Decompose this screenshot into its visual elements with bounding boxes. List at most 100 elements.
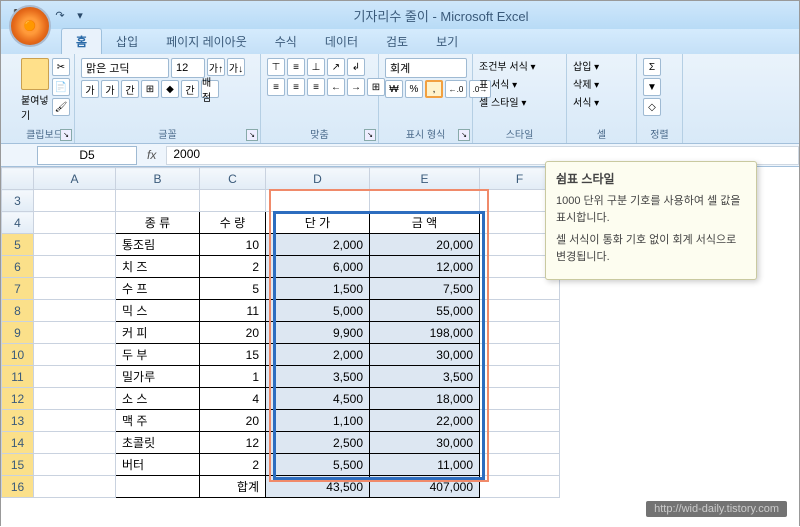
cell[interactable]	[116, 476, 200, 498]
cell[interactable]: 7,500	[370, 278, 480, 300]
align-right-icon[interactable]: ≡	[307, 78, 325, 96]
cell[interactable]: 믹 스	[116, 300, 200, 322]
cell[interactable]: 198,000	[370, 322, 480, 344]
row-header[interactable]: 4	[2, 212, 34, 234]
paste-icon[interactable]	[21, 58, 49, 90]
row-header[interactable]: 13	[2, 410, 34, 432]
column-header[interactable]	[2, 168, 34, 190]
cell[interactable]: 18,000	[370, 388, 480, 410]
name-box[interactable]: D5	[37, 146, 137, 165]
office-button[interactable]: 🟠	[9, 5, 51, 47]
indent-right-icon[interactable]: →	[347, 78, 365, 96]
shrink-font-icon[interactable]: 가↓	[227, 58, 245, 76]
comma-style-button[interactable]: ,	[425, 80, 443, 98]
row-header[interactable]: 7	[2, 278, 34, 300]
row-header[interactable]: 10	[2, 344, 34, 366]
cell[interactable]: 2	[200, 256, 266, 278]
cell[interactable]: 20	[200, 322, 266, 344]
table-header-cell[interactable]: 금 액	[370, 212, 480, 234]
cut-icon[interactable]: ✂	[52, 58, 70, 76]
cell[interactable]: 3,500	[370, 366, 480, 388]
insert-cells-button[interactable]: 삽입 ▾	[573, 58, 599, 73]
cell[interactable]: 43,500	[266, 476, 370, 498]
cell[interactable]: 2	[200, 454, 266, 476]
cell-styles-button[interactable]: 셀 스타일 ▾	[479, 94, 526, 109]
cell[interactable]: 11	[200, 300, 266, 322]
cell[interactable]: 55,000	[370, 300, 480, 322]
delete-cells-button[interactable]: 삭제 ▾	[573, 76, 599, 91]
align-top-icon[interactable]: ⊤	[267, 58, 285, 76]
tab-layout[interactable]: 페이지 레이아웃	[152, 29, 261, 54]
align-left-icon[interactable]: ≡	[267, 78, 285, 96]
cell[interactable]: 11,000	[370, 454, 480, 476]
font-color-button[interactable]: 간	[181, 80, 199, 98]
qa-more-icon[interactable]: ▾	[71, 6, 89, 24]
row-header[interactable]: 3	[2, 190, 34, 212]
table-header-cell[interactable]: 단 가	[266, 212, 370, 234]
cell[interactable]: 9,900	[266, 322, 370, 344]
copy-icon[interactable]: 📄	[52, 78, 70, 96]
fx-icon[interactable]: fx	[137, 148, 166, 162]
currency-icon[interactable]: ₩	[385, 80, 403, 98]
increase-decimal-icon[interactable]: ←.0	[445, 80, 467, 98]
cell[interactable]: 1,500	[266, 278, 370, 300]
cell[interactable]: 밀가루	[116, 366, 200, 388]
font-size-select[interactable]: 12	[171, 58, 205, 78]
cell[interactable]: 합계	[200, 476, 266, 498]
column-header[interactable]: B	[116, 168, 200, 190]
row-header[interactable]: 6	[2, 256, 34, 278]
row-header[interactable]: 14	[2, 432, 34, 454]
tab-review[interactable]: 검토	[372, 29, 422, 54]
row-header[interactable]: 9	[2, 322, 34, 344]
ruby-button[interactable]: 배점	[201, 80, 219, 98]
table-format-button[interactable]: 표 서식 ▾	[479, 76, 517, 91]
row-header[interactable]: 12	[2, 388, 34, 410]
row-header[interactable]: 15	[2, 454, 34, 476]
table-header-cell[interactable]: 종 류	[116, 212, 200, 234]
cell[interactable]: 2,000	[266, 234, 370, 256]
wrap-text-icon[interactable]: ↲	[347, 58, 365, 76]
cell[interactable]: 12	[200, 432, 266, 454]
percent-icon[interactable]: %	[405, 80, 423, 98]
align-bottom-icon[interactable]: ⊥	[307, 58, 325, 76]
cell[interactable]: 2,500	[266, 432, 370, 454]
tab-home[interactable]: 홈	[61, 28, 102, 54]
cell[interactable]: 4,500	[266, 388, 370, 410]
underline-button[interactable]: 간	[121, 80, 139, 98]
column-header[interactable]: E	[370, 168, 480, 190]
format-painter-icon[interactable]: 🖌	[52, 98, 70, 116]
conditional-format-button[interactable]: 조건부 서식 ▾	[479, 58, 536, 73]
row-header[interactable]: 16	[2, 476, 34, 498]
cell[interactable]: 3,500	[266, 366, 370, 388]
format-cells-button[interactable]: 서식 ▾	[573, 94, 599, 109]
italic-button[interactable]: 가	[101, 80, 119, 98]
cell[interactable]: 초콜릿	[116, 432, 200, 454]
cell[interactable]: 5,500	[266, 454, 370, 476]
cell[interactable]: 치 즈	[116, 256, 200, 278]
cell[interactable]: 15	[200, 344, 266, 366]
cell[interactable]: 5	[200, 278, 266, 300]
cell[interactable]: 12,000	[370, 256, 480, 278]
cell[interactable]: 407,000	[370, 476, 480, 498]
row-header[interactable]: 11	[2, 366, 34, 388]
cell[interactable]: 4	[200, 388, 266, 410]
align-center-icon[interactable]: ≡	[287, 78, 305, 96]
cell[interactable]: 30,000	[370, 432, 480, 454]
cell[interactable]: 1	[200, 366, 266, 388]
cell[interactable]: 30,000	[370, 344, 480, 366]
column-header[interactable]: A	[34, 168, 116, 190]
fill-color-button[interactable]: ◆	[161, 80, 179, 98]
cell[interactable]: 통조림	[116, 234, 200, 256]
row-header[interactable]: 5	[2, 234, 34, 256]
font-name-select[interactable]: 맑은 고딕	[81, 58, 169, 78]
cell[interactable]: 두 부	[116, 344, 200, 366]
bold-button[interactable]: 가	[81, 80, 99, 98]
dialog-launcher-icon[interactable]: ↘	[60, 129, 72, 141]
cell[interactable]: 소 스	[116, 388, 200, 410]
dialog-launcher-icon[interactable]: ↘	[246, 129, 258, 141]
orientation-icon[interactable]: ↗	[327, 58, 345, 76]
cell[interactable]: 10	[200, 234, 266, 256]
column-header[interactable]: C	[200, 168, 266, 190]
cell[interactable]: 수 프	[116, 278, 200, 300]
clear-icon[interactable]: ◇	[643, 98, 661, 116]
